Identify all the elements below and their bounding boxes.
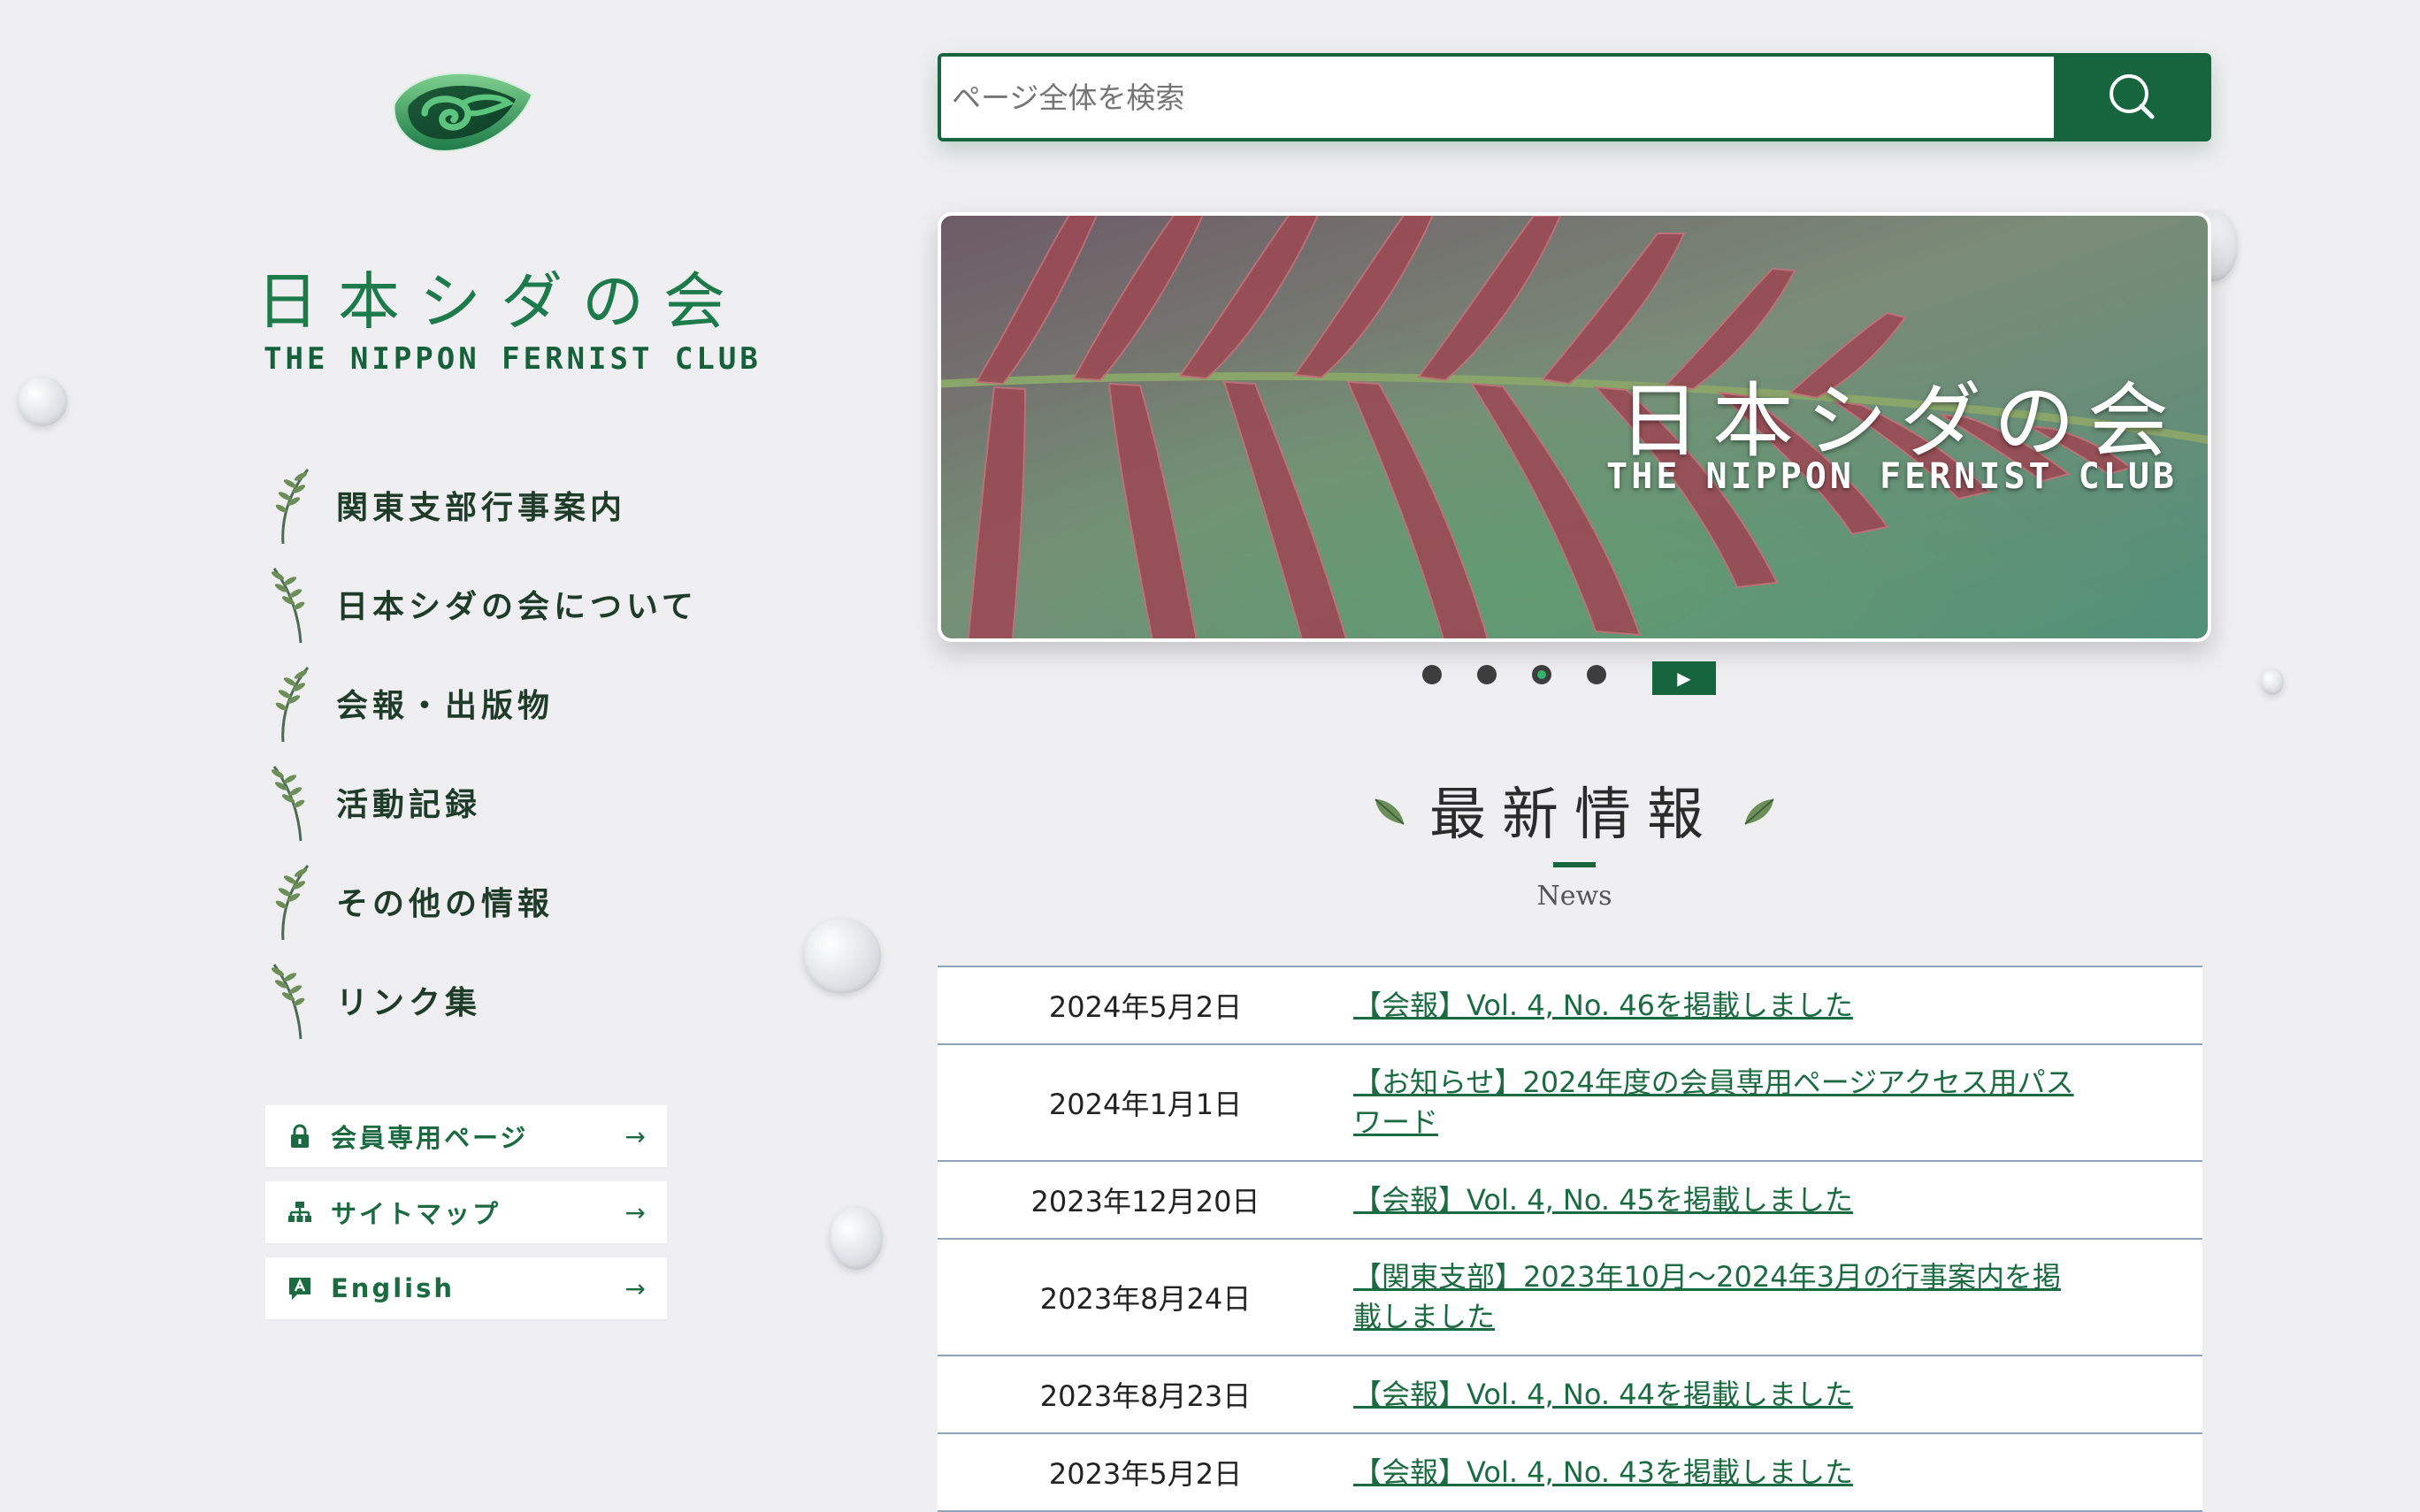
leaf-left-icon bbox=[1375, 798, 1405, 825]
brand-name-en: THE NIPPON FERNIST CLUB bbox=[264, 341, 762, 377]
news-heading: 最新情報 bbox=[938, 769, 2211, 851]
lock-icon bbox=[291, 1124, 309, 1148]
members-page-label: 会員専用ページ bbox=[331, 1123, 529, 1153]
news-date: 2024年5月2日 bbox=[1048, 990, 1243, 1024]
news-title-underline bbox=[1553, 862, 1596, 867]
fern-bullet-icon bbox=[275, 469, 310, 545]
table-row: 2024年1月1日 【お知らせ】2024年度の会員専用ページアクセス用パスワード bbox=[938, 1045, 2202, 1162]
members-page-button[interactable]: 会員専用ページ → bbox=[265, 1105, 667, 1167]
news-link[interactable]: 【会報】Vol. 4, No. 43を掲載しました bbox=[1353, 1453, 2079, 1493]
nav-item-other-info[interactable]: その他の情報 bbox=[265, 851, 725, 951]
nav-item-label: 活動記録 bbox=[336, 787, 482, 823]
water-droplet bbox=[18, 377, 67, 426]
english-label: English bbox=[331, 1273, 456, 1303]
search-button[interactable] bbox=[2054, 53, 2211, 141]
brand-name-jp: 日本シダの会 bbox=[257, 265, 745, 338]
news-date: 2024年1月1日 bbox=[1048, 1088, 1243, 1121]
fern-bullet-icon bbox=[271, 766, 305, 842]
news-title: 最新情報 bbox=[1429, 783, 1719, 848]
sitemap-icon bbox=[288, 1202, 311, 1222]
table-row: 2024年5月2日 【会報】Vol. 4, No. 46を掲載しました bbox=[938, 967, 2202, 1045]
water-droplet bbox=[830, 1206, 883, 1270]
water-droplet bbox=[2261, 668, 2284, 695]
nav-item-label: その他の情報 bbox=[336, 886, 555, 922]
nav-item-label: 日本シダの会について bbox=[336, 589, 698, 625]
language-icon bbox=[289, 1278, 310, 1300]
nav-item-label: 関東支部行事案内 bbox=[336, 490, 627, 526]
nav-item-kanto-events[interactable]: 関東支部行事案内 bbox=[265, 455, 725, 554]
table-row: 2023年8月23日 【会報】Vol. 4, No. 44を掲載しました bbox=[938, 1356, 2202, 1434]
news-date: 2023年5月2日 bbox=[1048, 1457, 1243, 1491]
hero-title-en: THE NIPPON FERNIST CLUB bbox=[1606, 456, 2178, 497]
hero-slider[interactable]: 日本シダの会 THE NIPPON FERNIST CLUB bbox=[938, 212, 2211, 642]
nav-item-publications[interactable]: 会報・出版物 bbox=[265, 653, 725, 752]
news-link[interactable]: 【関東支部】2023年10月～2024年3月の行事案内を掲載しました bbox=[1353, 1257, 2079, 1337]
site-search bbox=[938, 53, 2211, 141]
fern-bullet-icon bbox=[271, 568, 305, 644]
news-link[interactable]: 【会報】Vol. 4, No. 46を掲載しました bbox=[1353, 986, 2079, 1026]
fern-bullet-icon bbox=[275, 667, 310, 743]
news-link[interactable]: 【お知らせ】2024年度の会員専用ページアクセス用パスワード bbox=[1353, 1063, 2079, 1142]
slide-dot-3[interactable] bbox=[1532, 665, 1551, 684]
search-input[interactable] bbox=[938, 53, 2054, 141]
nav-item-label: リンク集 bbox=[336, 985, 482, 1021]
arrow-right-icon: → bbox=[624, 1121, 646, 1151]
news-date: 2023年8月23日 bbox=[1039, 1379, 1252, 1413]
nav-item-links[interactable]: リンク集 bbox=[265, 951, 725, 1050]
news-date: 2023年8月24日 bbox=[1039, 1282, 1252, 1316]
english-button[interactable]: English → bbox=[265, 1257, 667, 1319]
water-droplet bbox=[803, 918, 881, 994]
table-row: 2023年8月24日 【関東支部】2023年10月～2024年3月の行事案内を掲… bbox=[938, 1240, 2202, 1356]
news-date: 2023年12月20日 bbox=[1030, 1185, 1260, 1218]
table-row: 2023年12月20日 【会報】Vol. 4, No. 45を掲載しました bbox=[938, 1162, 2202, 1240]
news-link[interactable]: 【会報】Vol. 4, No. 44を掲載しました bbox=[1353, 1375, 2079, 1415]
slide-dot-1[interactable] bbox=[1422, 665, 1442, 684]
fern-bullet-icon bbox=[271, 964, 305, 1040]
slide-dot-4[interactable] bbox=[1587, 665, 1606, 684]
news-subtitle: News bbox=[1536, 881, 1612, 912]
slide-dot-2[interactable] bbox=[1477, 665, 1497, 684]
sitemap-label: サイトマップ bbox=[331, 1199, 502, 1229]
main-nav: 関東支部行事案内 日本シダの会について 会報・出版物 活動記録 その他の情報 リ… bbox=[265, 455, 725, 1050]
news-table: 2024年5月2日 【会報】Vol. 4, No. 46を掲載しました 2024… bbox=[938, 966, 2202, 1512]
fern-bullet-icon bbox=[275, 865, 310, 941]
fern-leaf-logo-icon bbox=[393, 72, 533, 152]
sitemap-button[interactable]: サイトマップ → bbox=[265, 1181, 667, 1243]
news-link[interactable]: 【会報】Vol. 4, No. 45を掲載しました bbox=[1353, 1180, 2079, 1220]
nav-item-activities[interactable]: 活動記録 bbox=[265, 752, 725, 851]
leaf-right-icon bbox=[1744, 798, 1774, 825]
play-icon: ▶ bbox=[1677, 668, 1691, 689]
arrow-right-icon: → bbox=[624, 1197, 646, 1227]
table-row: 2023年5月2日 【会報】Vol. 4, No. 43を掲載しました bbox=[938, 1434, 2202, 1512]
arrow-right-icon: → bbox=[624, 1273, 646, 1303]
nav-item-label: 会報・出版物 bbox=[336, 688, 555, 724]
nav-item-about[interactable]: 日本シダの会について bbox=[265, 554, 725, 653]
search-icon bbox=[2110, 74, 2155, 119]
slider-play-button[interactable]: ▶ bbox=[1652, 661, 1716, 695]
